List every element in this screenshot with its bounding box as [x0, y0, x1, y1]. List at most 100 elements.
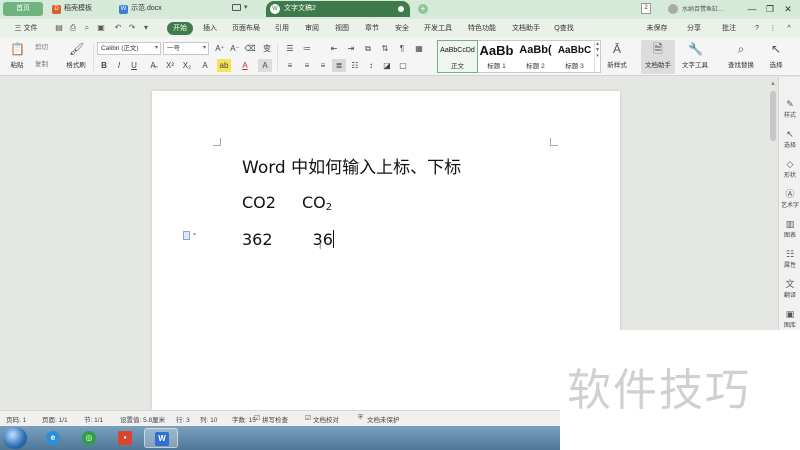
doc-line-title[interactable]: Word 中如何输入上标、下标	[242, 153, 461, 178]
text-tools-button[interactable]: 🔧 文字工具	[678, 40, 712, 74]
close-button[interactable]: ✕	[781, 2, 795, 16]
rail-styles[interactable]: ✎ 样式	[779, 99, 800, 119]
align-right-icon[interactable]: ≡	[316, 59, 330, 72]
new-tab-button[interactable]: +	[418, 4, 428, 14]
status-page[interactable]: 页码: 1	[6, 414, 26, 424]
chevron-down-icon[interactable]: ▾	[244, 3, 248, 11]
superscript-button[interactable]: X²	[163, 59, 177, 72]
rail-select[interactable]: ↖ 选择	[779, 129, 800, 149]
chevron-down-icon[interactable]: ▾	[193, 231, 196, 238]
subscript-button[interactable]: X₂	[180, 59, 194, 72]
shrink-font-button[interactable]: A⁻	[228, 42, 242, 55]
tab-view[interactable]: 视图	[330, 22, 354, 35]
font-size-select[interactable]: 一号 ▾	[163, 42, 209, 55]
more-button[interactable]: ⋮	[768, 22, 778, 35]
select-button[interactable]: ↖ 选择	[763, 40, 789, 74]
collapse-ribbon-button[interactable]: ^	[784, 22, 794, 35]
gallery-scroll[interactable]: ▲ ▼ ▾	[594, 41, 600, 72]
redo-icon[interactable]: ↷	[127, 23, 137, 33]
help-button[interactable]: ?	[752, 22, 762, 35]
align-center-icon[interactable]: ≡	[300, 59, 314, 72]
style-heading-2[interactable]: AaBb( 标题 2	[516, 41, 555, 72]
restore-button[interactable]: ❐	[763, 2, 777, 16]
taskbar-wps[interactable]: ▪	[108, 428, 142, 448]
status-setting[interactable]: 设置值: 5.8厘米	[120, 414, 165, 424]
tab-features[interactable]: 特色功能	[464, 22, 500, 35]
tab-templates[interactable]: D 稻壳模板	[50, 2, 110, 16]
strikethrough-button[interactable]: A̶	[146, 59, 160, 72]
bullet-list-icon[interactable]: ☰	[283, 42, 297, 55]
tab-doc-assistant[interactable]: 文档助手	[508, 22, 544, 35]
doc-assistant-button[interactable]: 🗎 文档助手	[641, 40, 675, 74]
minimize-button[interactable]: —	[745, 2, 759, 16]
tab-active-document[interactable]: W 文字文稿2	[266, 1, 410, 17]
export-pdf-icon[interactable]: ▣	[96, 23, 106, 33]
border-icon[interactable]: ▢	[396, 59, 410, 72]
status-section[interactable]: 节: 1/1	[84, 414, 103, 424]
share-button[interactable]: 分享	[680, 22, 708, 35]
shading-icon[interactable]: ◪	[380, 59, 394, 72]
status-row[interactable]: 行: 3	[176, 414, 190, 424]
line-spacing-icon[interactable]: ↕	[364, 59, 378, 72]
user-name[interactable]: 水纳百赞鱼缸…	[682, 4, 742, 13]
taskbar-app[interactable]: ◎	[72, 428, 106, 448]
numbered-list-icon[interactable]: ≔	[300, 42, 314, 55]
tab-security[interactable]: 安全	[390, 22, 414, 35]
search-button[interactable]: Q查找	[548, 22, 580, 35]
style-heading-3[interactable]: AaBbC 标题 3	[555, 41, 594, 72]
status-column[interactable]: 列: 10	[200, 414, 217, 424]
font-color-button[interactable]: A	[238, 59, 252, 72]
highlight-button[interactable]: ab	[217, 59, 231, 72]
underline-button[interactable]: U	[127, 59, 141, 72]
document-page[interactable]: ▾ Word 中如何输入上标、下标 CO2 CO2 362 36 I	[152, 91, 620, 410]
rail-translate[interactable]: 文翻译	[779, 279, 800, 299]
grow-font-button[interactable]: A⁺	[213, 42, 227, 55]
scroll-up-icon[interactable]: ▲	[770, 81, 776, 87]
tab-references[interactable]: 引用	[270, 22, 294, 35]
sort-icon[interactable]: ⇅	[378, 42, 392, 55]
tab-insert[interactable]: 插入	[198, 22, 222, 35]
increase-indent-icon[interactable]: ⇥	[344, 42, 358, 55]
doc-line-co2[interactable]: CO2 CO2	[242, 193, 332, 213]
comment-button[interactable]: 批注	[715, 22, 743, 35]
paragraph-handle-icon[interactable]	[183, 231, 190, 240]
avatar[interactable]	[668, 4, 678, 14]
print-icon[interactable]: ⎙	[68, 23, 78, 33]
tab-demo-doc[interactable]: W 示范.docx	[117, 2, 187, 16]
file-menu[interactable]: 三 文件	[6, 22, 46, 35]
windows-start-icon[interactable]	[3, 427, 27, 449]
rail-wordart[interactable]: Ⓐ 艺术字	[779, 189, 800, 209]
status-proofread[interactable]: 文档校对	[313, 414, 339, 424]
vertical-scrollbar[interactable]	[770, 91, 776, 141]
taskbar-ie[interactable]: e	[36, 428, 70, 448]
window-count-badge[interactable]: 2	[641, 3, 651, 14]
text-effect-button[interactable]: A	[198, 59, 212, 72]
style-gallery[interactable]: AaBbCcDd 正文 AaBb 标题 1 AaBb( 标题 2 AaBbC 标…	[437, 40, 601, 73]
new-style-button[interactable]: Ā 新样式	[603, 40, 631, 74]
cut-button[interactable]: 剪切	[35, 41, 48, 54]
font-name-select[interactable]: Calibri (正文) ▾	[97, 42, 161, 55]
justify-icon[interactable]: ≣	[332, 59, 346, 72]
chevron-down-icon[interactable]: ▾	[141, 23, 151, 33]
tab-page-layout[interactable]: 页面布局	[228, 22, 264, 35]
rail-gallery[interactable]: ▣ 图库	[779, 309, 800, 329]
phonetic-guide-button[interactable]: 变	[260, 42, 274, 55]
status-spellcheck[interactable]: 拼写检查	[262, 414, 288, 424]
show-marks-icon[interactable]: ¶	[395, 42, 409, 55]
style-heading-1[interactable]: AaBb 标题 1	[477, 41, 516, 72]
print-preview-icon[interactable]: ⌕	[82, 23, 92, 33]
taskbar-writer[interactable]: W	[144, 428, 178, 448]
char-shading-button[interactable]: A	[258, 59, 272, 72]
tab-developer[interactable]: 开发工具	[420, 22, 456, 35]
monitor-icon[interactable]	[232, 4, 241, 11]
italic-button[interactable]: I	[112, 59, 126, 72]
chinese-layout-icon[interactable]: ⧉	[361, 42, 375, 55]
save-icon[interactable]: ▤	[54, 23, 64, 33]
status-protection[interactable]: 文档未保护	[367, 414, 400, 424]
rail-charts[interactable]: ▥ 图表	[779, 219, 800, 239]
tab-close-icon[interactable]	[398, 6, 404, 12]
paste-button[interactable]: 📋 粘贴	[4, 40, 30, 74]
style-normal[interactable]: AaBbCcDd 正文	[437, 40, 478, 73]
tab-home[interactable]: 开始	[167, 22, 193, 35]
clear-format-button[interactable]: ⌫	[243, 42, 257, 55]
